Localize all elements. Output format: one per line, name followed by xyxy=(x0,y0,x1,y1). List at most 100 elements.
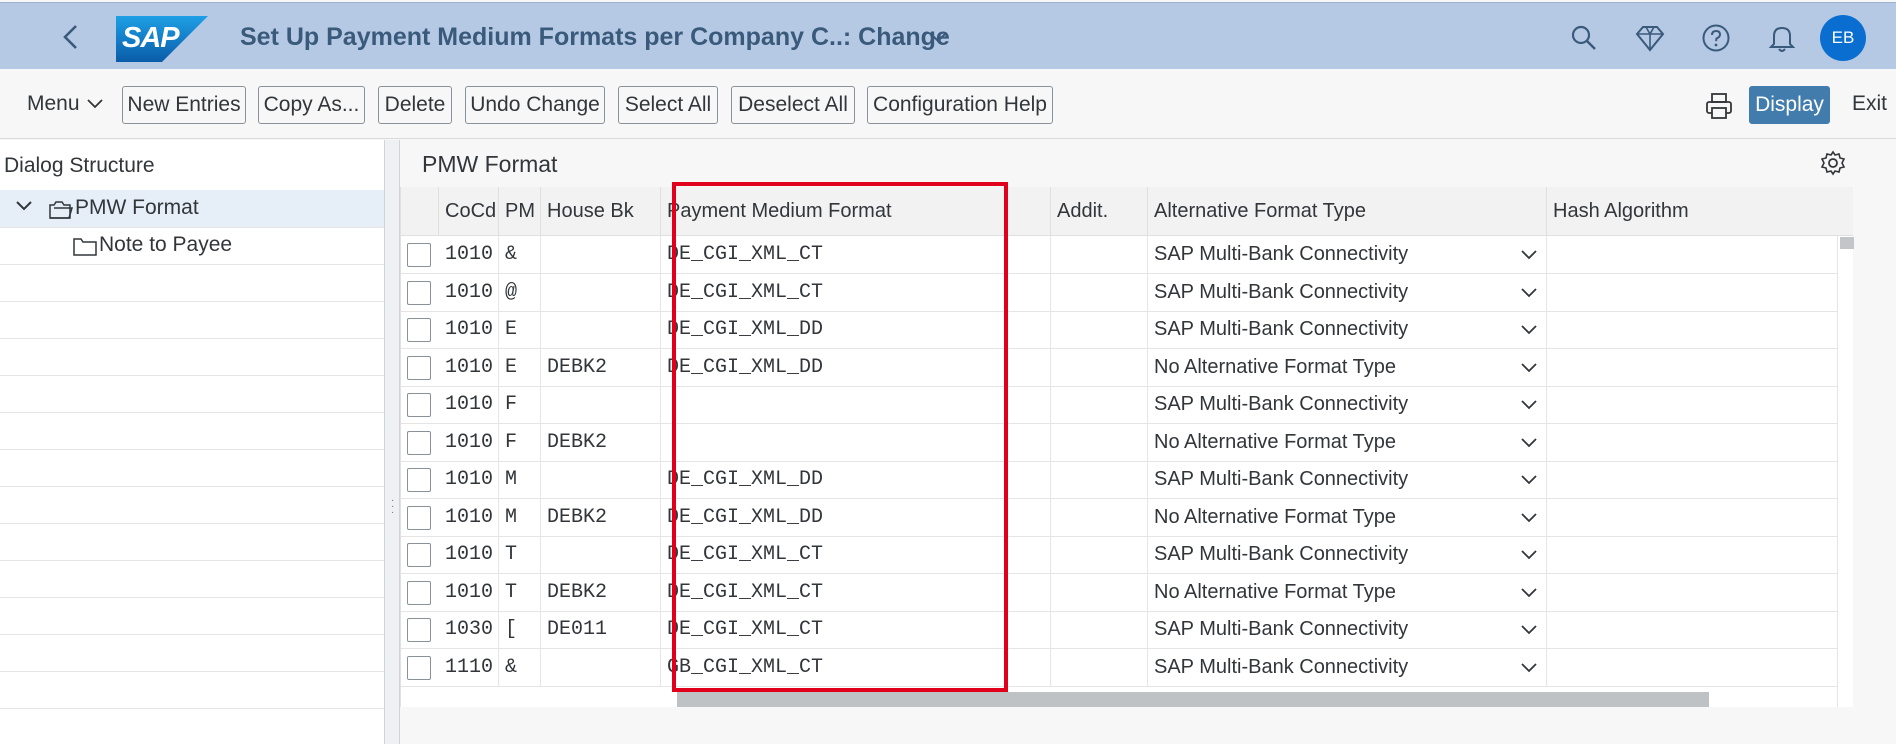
horizontal-scroll-thumb[interactable] xyxy=(677,692,1709,707)
deselect-all-button[interactable]: Deselect All xyxy=(731,86,855,124)
cell-hash-algorithm[interactable] xyxy=(1547,611,1837,648)
row-select-checkbox[interactable] xyxy=(407,318,431,342)
cell-pm[interactable]: F xyxy=(499,423,541,461)
cell-addit[interactable] xyxy=(1051,573,1148,611)
chevron-down-icon[interactable] xyxy=(1520,362,1538,374)
row-select-checkbox[interactable] xyxy=(407,505,431,530)
cell-payment-medium-format[interactable]: DE_CGI_XML_CT xyxy=(661,236,1051,273)
notifications-button[interactable] xyxy=(1766,22,1798,54)
vertical-scrollbar[interactable] xyxy=(1837,236,1854,707)
menu-button[interactable]: Menu xyxy=(27,92,104,116)
cell-addit[interactable] xyxy=(1051,348,1148,386)
cell-cocd[interactable]: 1010 xyxy=(439,386,499,423)
cell-cocd[interactable]: 1110 xyxy=(439,648,499,686)
cell-hash-algorithm[interactable] xyxy=(1547,236,1837,273)
cell-hash-algorithm[interactable] xyxy=(1547,461,1837,498)
table-row[interactable]: 1010 F SAP Multi-Bank Connectivity xyxy=(401,386,1837,424)
user-avatar[interactable]: EB xyxy=(1820,15,1866,61)
undo-change-button[interactable]: Undo Change xyxy=(465,86,605,124)
cell-pm[interactable]: & xyxy=(499,648,541,686)
chevron-down-icon[interactable] xyxy=(1520,324,1538,336)
configuration-help-button[interactable]: Configuration Help xyxy=(867,86,1053,124)
cell-cocd[interactable]: 1010 xyxy=(439,273,499,311)
help-button[interactable] xyxy=(1700,22,1732,54)
chevron-down-icon[interactable] xyxy=(1520,474,1538,486)
cell-house-bk[interactable] xyxy=(541,386,661,423)
back-button[interactable] xyxy=(55,21,87,53)
table-row[interactable]: 1010 @ DE_CGI_XML_CT SAP Multi-Bank Connect… xyxy=(401,273,1837,312)
cell-pm[interactable]: T xyxy=(499,536,541,573)
cell-pm[interactable]: & xyxy=(499,236,541,273)
cell-addit[interactable] xyxy=(1051,461,1148,498)
vertical-scroll-thumb[interactable] xyxy=(1840,237,1854,249)
cell-hash-algorithm[interactable] xyxy=(1547,274,1837,311)
col-pm[interactable]: PM xyxy=(499,187,541,236)
cell-pm[interactable]: M xyxy=(499,498,541,536)
cell-house-bk[interactable] xyxy=(541,461,661,498)
cell-house-bk[interactable] xyxy=(541,536,661,573)
cell-cocd[interactable]: 1010 xyxy=(439,423,499,461)
cell-payment-medium-format[interactable] xyxy=(661,386,1051,423)
col-hash-algorithm[interactable]: Hash Algorithm xyxy=(1547,187,1837,236)
cell-cocd[interactable]: 1010 xyxy=(439,311,499,348)
cell-house-bk[interactable]: DE011 xyxy=(541,611,661,648)
cell-cocd[interactable]: 1010 xyxy=(439,573,499,611)
chevron-down-icon[interactable] xyxy=(1520,624,1538,636)
cell-hash-algorithm[interactable] xyxy=(1547,424,1837,461)
table-row[interactable]: 1010 F DEBK2 No Alternative Format Type xyxy=(401,423,1837,462)
cell-hash-algorithm[interactable] xyxy=(1547,649,1837,686)
cell-house-bk[interactable]: DEBK2 xyxy=(541,423,661,461)
panel-splitter[interactable]: · · · xyxy=(384,140,400,744)
chevron-down-icon[interactable] xyxy=(1520,249,1538,261)
row-select-checkbox[interactable] xyxy=(407,618,431,642)
row-select-checkbox[interactable] xyxy=(407,355,431,380)
cell-hash-algorithm[interactable] xyxy=(1547,499,1837,536)
cell-addit[interactable] xyxy=(1051,648,1148,686)
cell-payment-medium-format[interactable]: DE_CGI_XML_DD xyxy=(661,461,1051,498)
cell-cocd[interactable]: 1030 xyxy=(439,611,499,648)
copy-as-button[interactable]: Copy As... xyxy=(258,86,365,124)
chevron-down-icon[interactable] xyxy=(1520,587,1538,599)
app-title[interactable]: Set Up Payment Medium Formats per Compan… xyxy=(240,23,950,52)
cell-house-bk[interactable] xyxy=(541,648,661,686)
cell-addit[interactable] xyxy=(1051,386,1148,423)
table-row[interactable]: 1010 M DEBK2 DE_CGI_XML_DD No Alternative Fo… xyxy=(401,498,1837,537)
chevron-down-icon[interactable] xyxy=(1520,287,1538,299)
cell-pm[interactable]: E xyxy=(499,311,541,348)
table-row[interactable]: 1030[DE011 DE_CGI_XML_CT SAP Multi-Bank Co… xyxy=(401,611,1837,649)
tree-item-pmw-format[interactable]: PMW Format xyxy=(75,196,199,220)
cell-payment-medium-format[interactable]: DE_CGI_XML_CT xyxy=(661,536,1051,573)
tree-item-note-to-payee[interactable]: Note to Payee xyxy=(99,233,232,257)
search-button[interactable] xyxy=(1568,22,1600,54)
cell-payment-medium-format[interactable]: DE_CGI_XML_DD xyxy=(661,498,1051,536)
table-row[interactable]: 1010 E DEBK2 DE_CGI_XML_DD No Alternative Fo… xyxy=(401,348,1837,387)
row-select-checkbox[interactable] xyxy=(407,543,431,567)
cell-addit[interactable] xyxy=(1051,311,1148,348)
alternative-format-type-select[interactable]: SAP Multi-Bank Connectivity xyxy=(1148,386,1547,423)
col-cocd[interactable]: CoCd xyxy=(439,187,499,236)
alternative-format-type-select[interactable]: SAP Multi-Bank Connectivity xyxy=(1148,236,1547,273)
cell-hash-algorithm[interactable] xyxy=(1547,536,1837,573)
chevron-down-icon[interactable] xyxy=(1520,437,1538,449)
row-select-checkbox[interactable] xyxy=(407,393,431,417)
cell-addit[interactable] xyxy=(1051,423,1148,461)
col-payment-medium-format[interactable]: Payment Medium Format xyxy=(661,187,1051,236)
delete-button[interactable]: Delete xyxy=(378,86,452,124)
chevron-down-icon[interactable] xyxy=(1520,549,1538,561)
cell-house-bk[interactable]: DEBK2 xyxy=(541,348,661,386)
row-select-checkbox[interactable] xyxy=(407,280,431,305)
cell-pm[interactable]: E xyxy=(499,348,541,386)
sap-logo[interactable]: SAP xyxy=(116,16,208,62)
cell-payment-medium-format[interactable] xyxy=(661,423,1051,461)
col-house-bk[interactable]: House Bk xyxy=(541,187,661,236)
cell-payment-medium-format[interactable]: DE_CGI_XML_CT xyxy=(661,573,1051,611)
table-row[interactable]: 1110 & GB_CGI_XML_CT SAP Multi-Bank Connect… xyxy=(401,648,1837,687)
chevron-down-icon[interactable] xyxy=(1520,662,1538,674)
cell-payment-medium-format[interactable]: DE_CGI_XML_CT xyxy=(661,611,1051,648)
row-select-checkbox[interactable] xyxy=(407,430,431,455)
cell-pm[interactable]: T xyxy=(499,573,541,611)
cell-addit[interactable] xyxy=(1051,273,1148,311)
cell-house-bk[interactable] xyxy=(541,273,661,311)
alternative-format-type-select[interactable]: No Alternative Format Type xyxy=(1148,423,1547,461)
print-icon[interactable] xyxy=(1704,91,1734,121)
